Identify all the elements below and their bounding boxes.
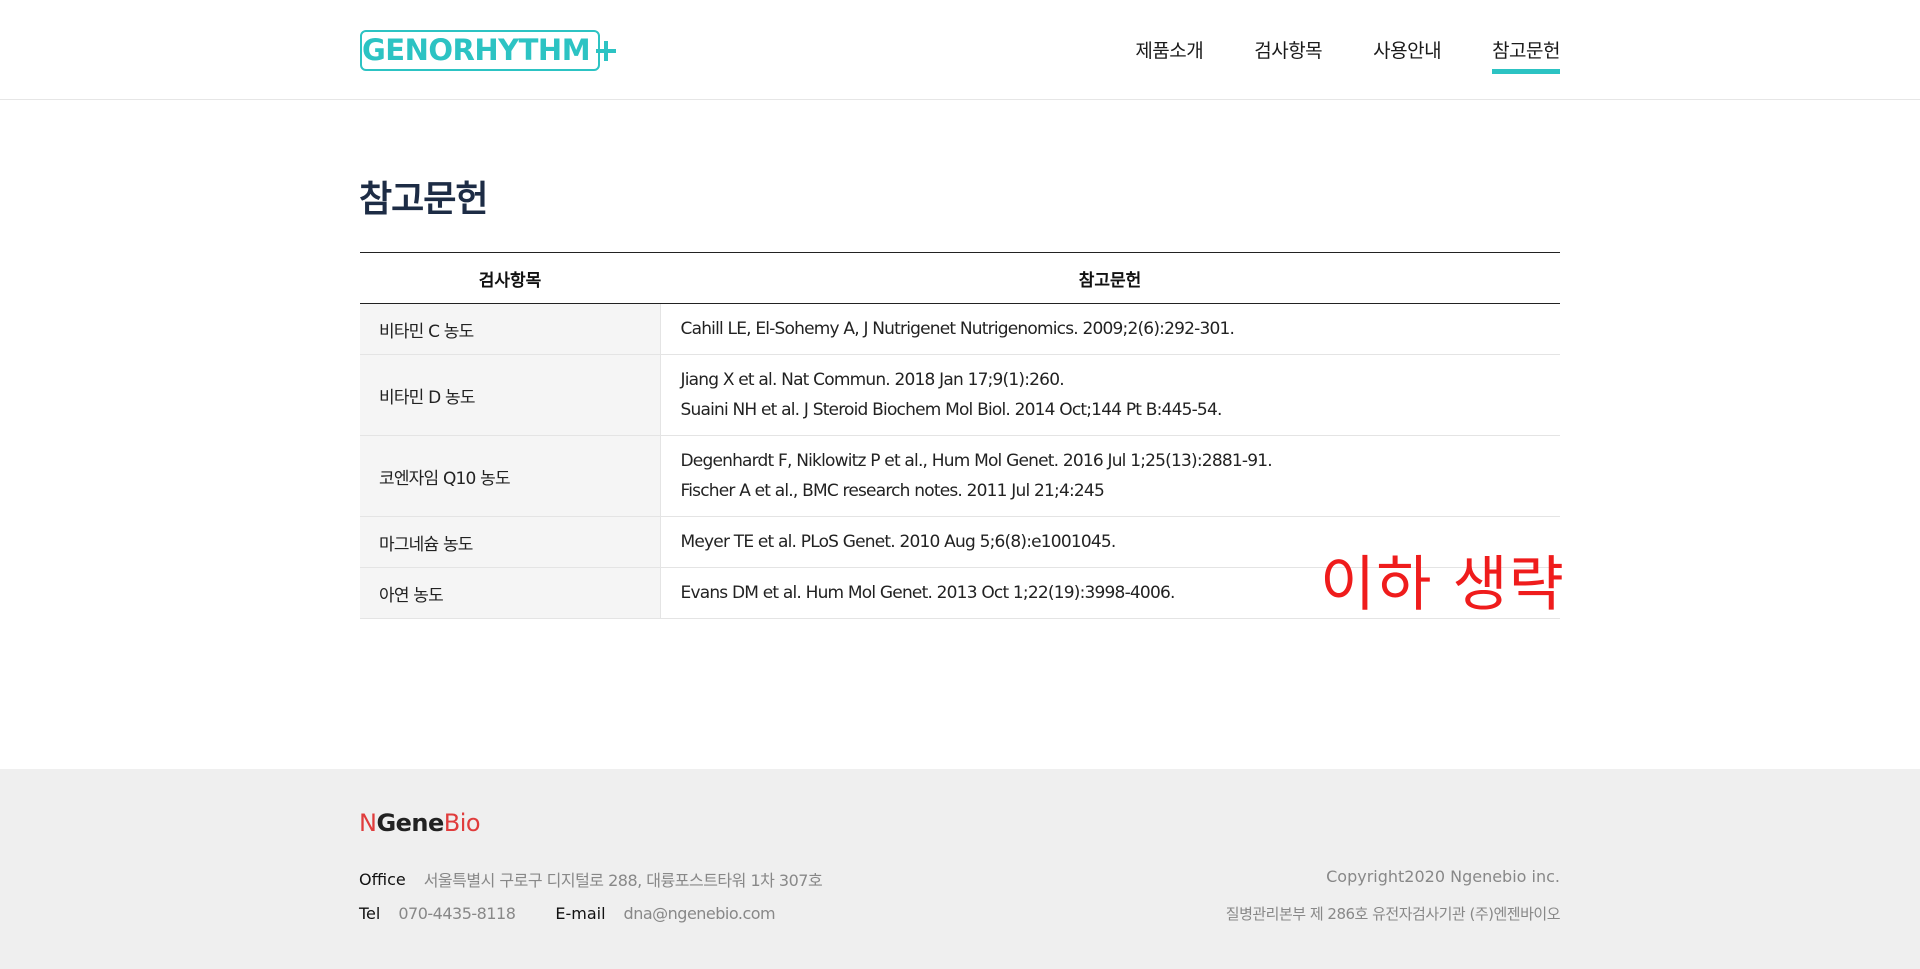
test-item-cell: 비타민 D 농도 [360, 354, 661, 436]
license-text: 질병관리본부 제 286호 유전자검사기관 (주)엔젠바이오 [1225, 905, 1561, 923]
copyright-text: Copyright2020 Ngenebio inc. [1326, 867, 1560, 886]
nav-item-usage-guide[interactable]: 사용안내 [1373, 36, 1441, 74]
office-address: 서울특별시 구로구 디지털로 288, 대륭포스트타워 1차 307호 [423, 871, 823, 890]
column-header-test-item: 검사항목 [360, 252, 660, 304]
reference-cell: Degenhardt F, Niklowitz P et al., Hum Mo… [660, 435, 1560, 517]
column-header-references: 참고문헌 [660, 252, 1560, 304]
nav-item-test-items[interactable]: 검사항목 [1254, 36, 1322, 74]
test-item-cell: 아연 농도 [360, 567, 661, 619]
email-address[interactable]: dna@ngenebio.com [624, 904, 776, 923]
contact-info: Tel 070-4435-8118 E-mail dna@ngenebio.co… [359, 904, 776, 923]
site-header: GENORHYTHM 제품소개 검사항목 사용안내 참고문헌 [0, 0, 1920, 100]
tel-label: Tel [359, 904, 381, 923]
logo-gene: Gene [376, 809, 444, 837]
test-item-cell: 비타민 C 농도 [360, 303, 661, 355]
test-item-cell: 코엔자임 Q10 농도 [360, 435, 661, 517]
reference-text: Fischer A et al., BMC research notes. 20… [680, 481, 1105, 501]
reference-cell: Cahill LE, El-Sohemy A, J Nutrigenet Nut… [660, 303, 1560, 355]
logo-bio: Bio [443, 809, 481, 837]
office-label: Office [359, 869, 406, 889]
table-header-row: 검사항목 참고문헌 [360, 252, 1560, 304]
logo-n: N [359, 809, 377, 837]
nav-item-product-intro[interactable]: 제품소개 [1135, 36, 1203, 74]
reference-text: Suaini NH et al. J Steroid Biochem Mol B… [680, 400, 1223, 420]
page-title: 참고문헌 [359, 179, 488, 220]
reference-text: Degenhardt F, Niklowitz P et al., Hum Mo… [680, 451, 1273, 471]
plus-icon [596, 40, 616, 61]
nav-item-references[interactable]: 참고문헌 [1492, 36, 1560, 74]
table-row: 코엔자임 Q10 농도 Degenhardt F, Niklowitz P et… [360, 435, 1560, 517]
omission-annotation: 이하 생략 [1320, 550, 1565, 620]
email-label: E-mail [555, 904, 606, 923]
genorhythm-logo[interactable]: GENORHYTHM [360, 30, 616, 71]
office-info: Office 서울특별시 구로구 디지털로 288, 대륭포스트타워 1차 30… [359, 867, 823, 891]
reference-text: Jiang X et al. Nat Commun. 2018 Jan 17;9… [680, 370, 1065, 390]
site-footer: NGeneBio Office 서울특별시 구로구 디지털로 288, 대륭포스… [0, 769, 1920, 969]
main-nav: 제품소개 검사항목 사용안내 참고문헌 [1135, 36, 1560, 74]
reference-cell: Jiang X et al. Nat Commun. 2018 Jan 17;9… [660, 354, 1560, 436]
table-row: 비타민 D 농도 Jiang X et al. Nat Commun. 2018… [360, 354, 1560, 436]
tel-number: 070-4435-8118 [398, 904, 516, 923]
logo-text: GENORHYTHM [362, 33, 591, 67]
test-item-cell: 마그네슘 농도 [360, 516, 661, 568]
ngenebio-logo[interactable]: NGeneBio [359, 809, 481, 837]
reference-text: Cahill LE, El-Sohemy A, J Nutrigenet Nut… [680, 319, 1235, 339]
table-row: 비타민 C 농도 Cahill LE, El-Sohemy A, J Nutri… [360, 303, 1560, 355]
